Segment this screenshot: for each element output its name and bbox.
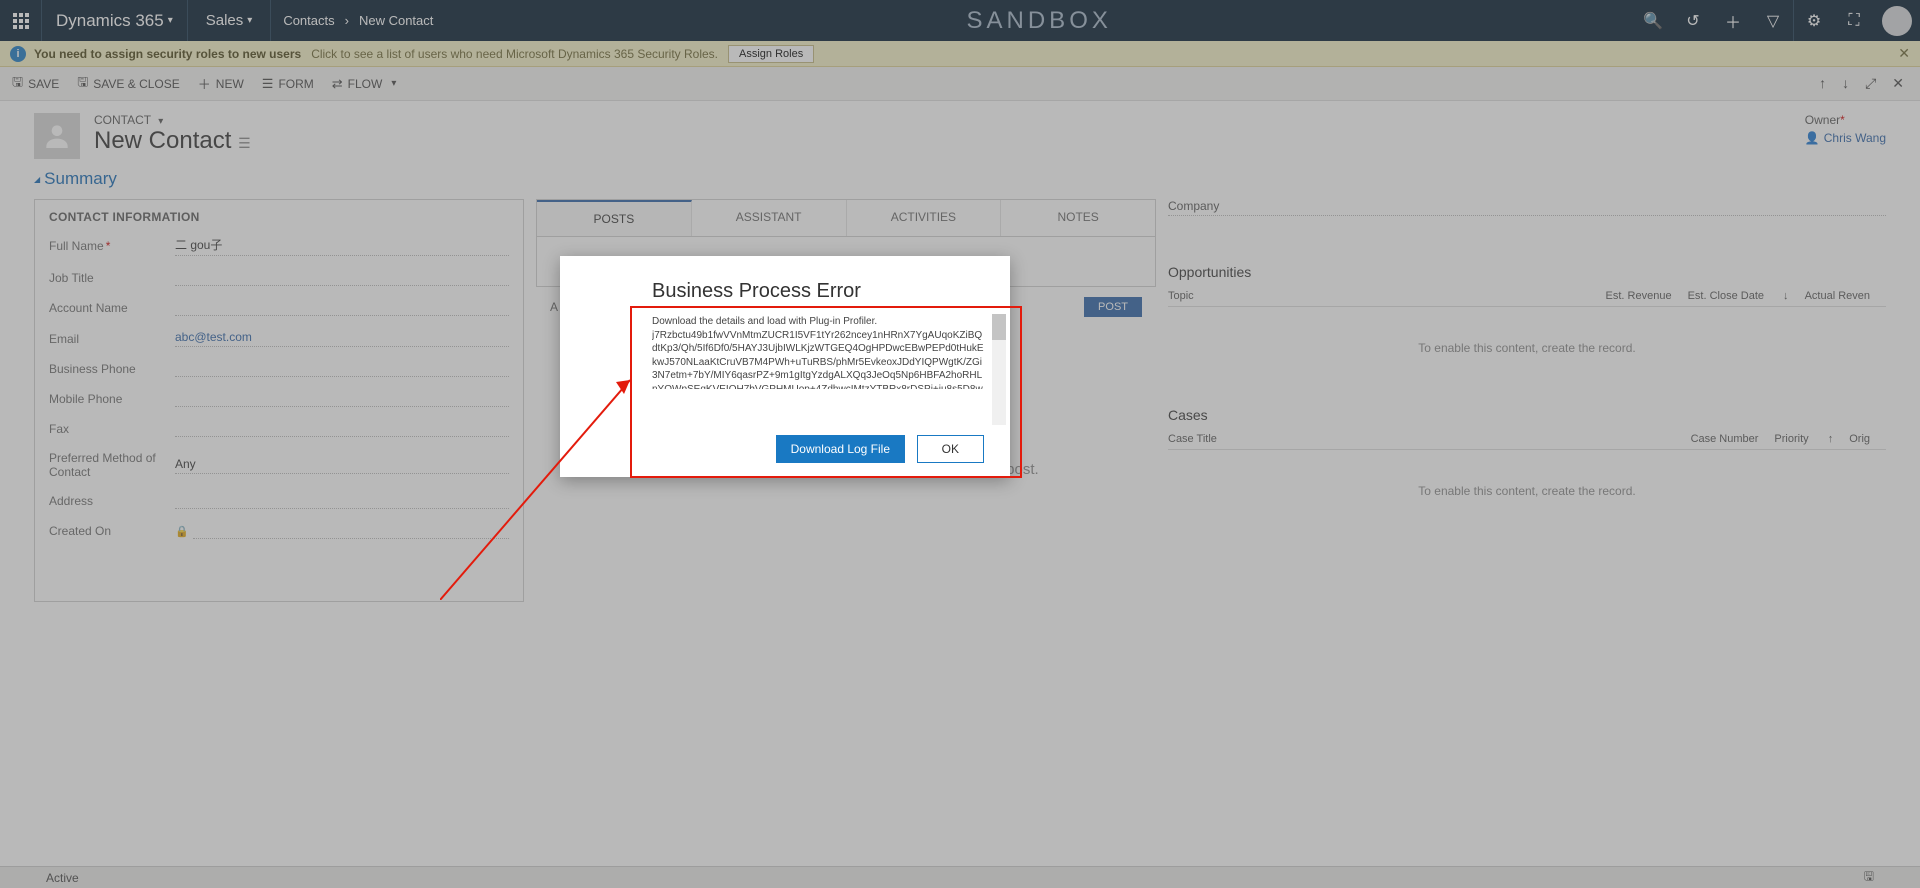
ok-button[interactable]: OK bbox=[917, 435, 984, 463]
dialog-body: Download the details and load with Plug-… bbox=[652, 315, 984, 389]
error-dialog: Business Process Error Download the deta… bbox=[560, 256, 1010, 477]
download-log-button[interactable]: Download Log File bbox=[776, 435, 905, 463]
dialog-title: Business Process Error bbox=[652, 280, 984, 303]
dialog-scrollbar[interactable] bbox=[992, 314, 1006, 425]
